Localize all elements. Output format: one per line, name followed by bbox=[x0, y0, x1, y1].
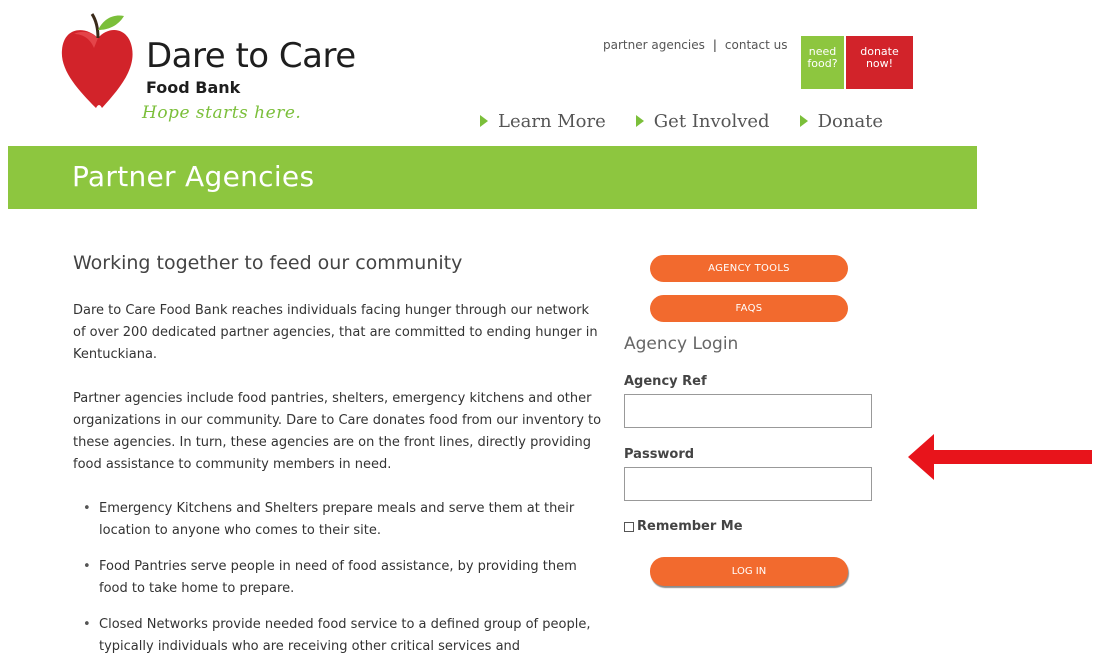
page-banner: Partner Agencies bbox=[8, 146, 977, 209]
brand-subtitle: Food Bank bbox=[146, 78, 241, 97]
log-in-button[interactable]: LOG IN bbox=[650, 557, 848, 586]
link-separator: | bbox=[712, 38, 717, 52]
page: Dare to Care Food Bank Hope starts here.… bbox=[0, 0, 1113, 653]
list-item: Emergency Kitchens and Shelters prepare … bbox=[83, 498, 603, 542]
faqs-button[interactable]: FAQS bbox=[650, 295, 848, 322]
partner-agencies-link[interactable]: partner agencies bbox=[603, 38, 705, 52]
remember-me-checkbox[interactable]: Remember Me bbox=[624, 519, 743, 534]
donate-now-button[interactable]: donate now! bbox=[846, 36, 913, 89]
main-content: Working together to feed our community D… bbox=[73, 252, 603, 653]
triangle-right-icon bbox=[799, 115, 808, 127]
remember-me-label: Remember Me bbox=[637, 519, 743, 534]
password-label: Password bbox=[624, 447, 695, 462]
agency-types-list: Emergency Kitchens and Shelters prepare … bbox=[73, 498, 603, 653]
need-food-line-2: food? bbox=[807, 57, 838, 70]
login-heading: Agency Login bbox=[624, 334, 739, 354]
brand-name: Dare to Care bbox=[146, 36, 356, 76]
contact-us-link[interactable]: contact us bbox=[725, 38, 788, 52]
apple-logo-icon bbox=[61, 13, 133, 108]
content-heading: Working together to feed our community bbox=[73, 252, 463, 274]
nav-label: Get Involved bbox=[653, 110, 770, 132]
password-input[interactable] bbox=[624, 467, 872, 501]
triangle-right-icon bbox=[635, 115, 644, 127]
need-food-button[interactable]: need food? bbox=[801, 36, 844, 89]
main-nav: Learn More Get Involved Donate bbox=[480, 109, 913, 133]
site-logo[interactable]: Dare to Care Food Bank Hope starts here. bbox=[58, 8, 378, 133]
agency-ref-input[interactable] bbox=[624, 394, 872, 428]
page-title: Partner Agencies bbox=[72, 160, 315, 193]
checkbox-icon[interactable] bbox=[624, 521, 634, 532]
nav-label: Learn More bbox=[498, 110, 606, 132]
donate-now-line-2: now! bbox=[865, 57, 894, 70]
list-item: Closed Networks provide needed food serv… bbox=[83, 614, 603, 653]
triangle-right-icon bbox=[480, 115, 488, 127]
intro-paragraph: Dare to Care Food Bank reaches individua… bbox=[73, 303, 598, 362]
nav-label: Donate bbox=[817, 110, 884, 132]
agency-tools-button[interactable]: AGENCY TOOLS bbox=[650, 255, 848, 282]
nav-donate[interactable]: Donate bbox=[799, 109, 884, 133]
utility-links: partner agencies | contact us bbox=[603, 38, 788, 52]
nav-get-involved[interactable]: Get Involved bbox=[635, 109, 770, 133]
agencies-paragraph: Partner agencies include food pantries, … bbox=[73, 391, 602, 472]
agency-ref-label: Agency Ref bbox=[624, 374, 707, 389]
red-arrow-icon bbox=[908, 434, 1092, 480]
nav-learn-more[interactable]: Learn More bbox=[480, 109, 606, 133]
list-item: Food Pantries serve people in need of fo… bbox=[83, 556, 603, 600]
brand-tagline: Hope starts here. bbox=[142, 103, 302, 123]
